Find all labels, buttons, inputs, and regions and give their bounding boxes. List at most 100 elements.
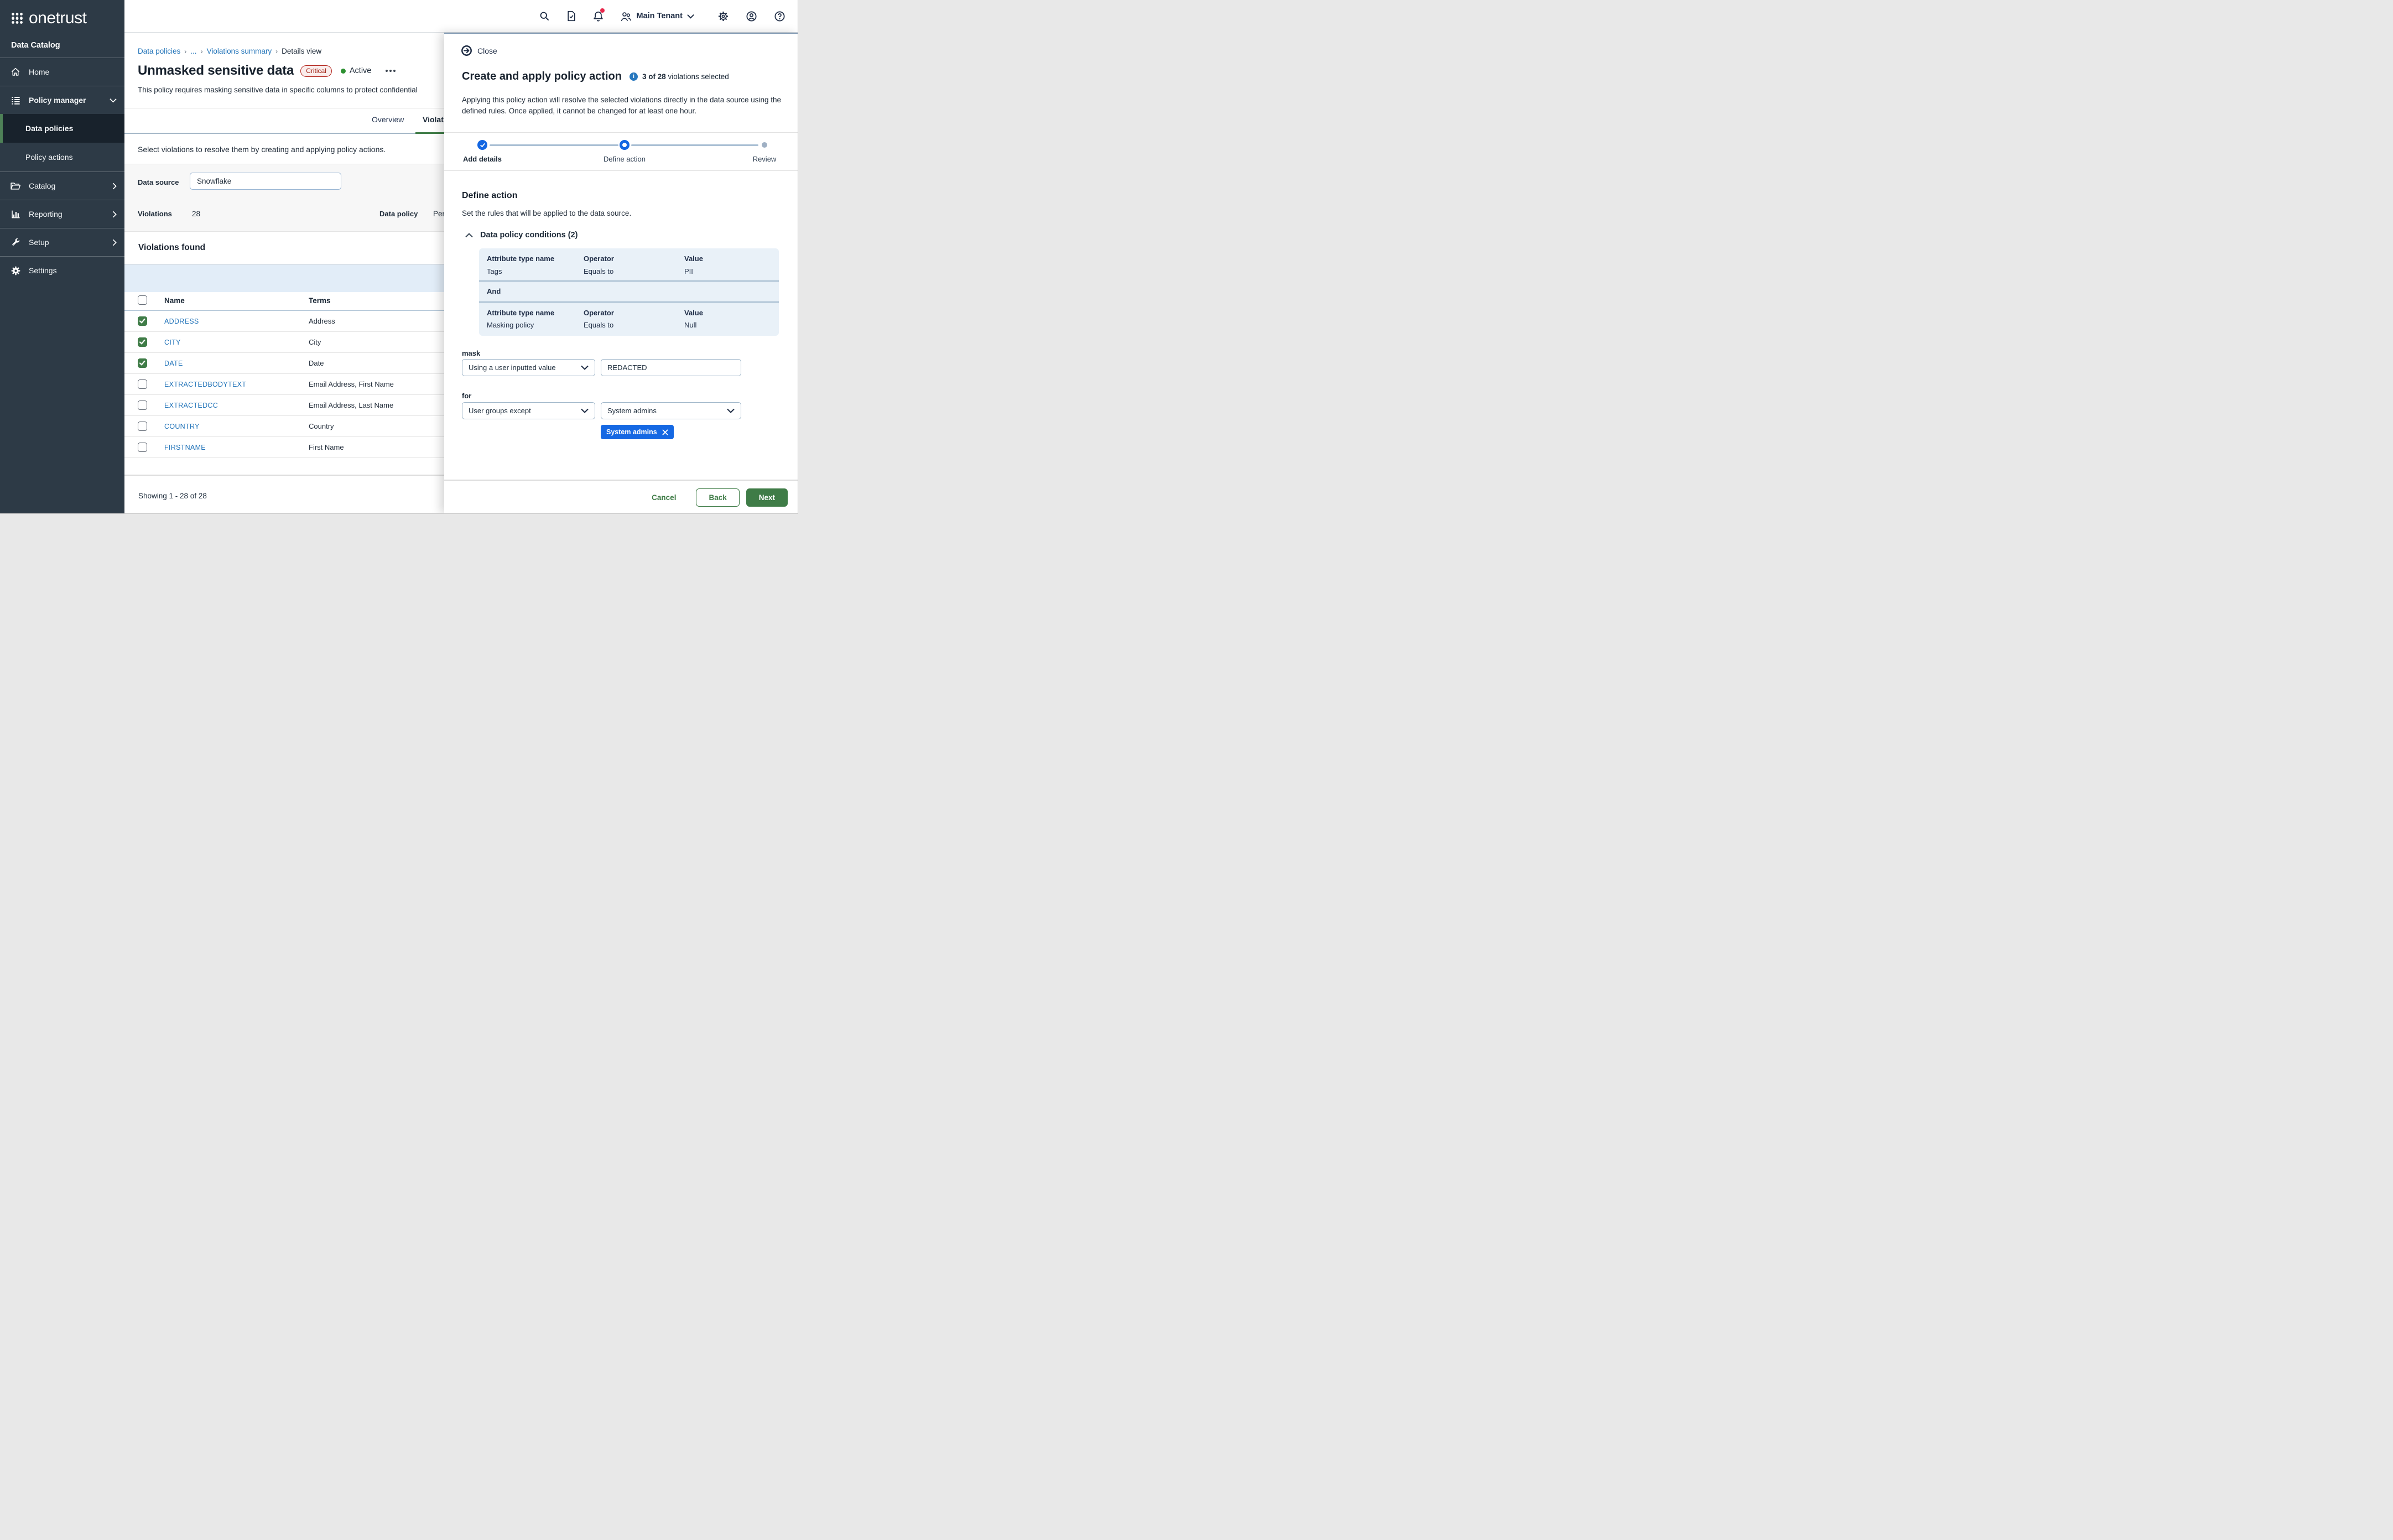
condition-value: PII [684,267,693,275]
conditions-collapse-toggle[interactable]: Data policy conditions (2) [465,231,578,240]
column-name-link[interactable]: CITY [164,339,181,346]
step-current-icon[interactable] [620,140,630,150]
mask-value-input[interactable]: REDACTED [601,359,741,376]
for-scope-value: User groups except [469,407,531,415]
divider [479,280,779,282]
for-group-value: System admins [607,407,657,415]
chip-label: System admins [606,428,657,436]
data-policy-label: Data policy [379,210,418,218]
column-name-link[interactable]: DATE [164,360,183,367]
sidebar-item-policy-manager[interactable]: Policy manager [0,86,124,114]
column-terms-value: Date [309,359,324,367]
column-name-link[interactable]: EXTRACTEDBODYTEXT [164,381,246,388]
condition-attribute: Masking policy [487,321,534,329]
data-policy-value: Per [433,210,445,218]
gear-icon[interactable] [717,11,729,22]
column-name-link[interactable]: EXTRACTEDCC [164,402,218,409]
sidebar-item-home[interactable]: Home [0,58,124,86]
cancel-button[interactable]: Cancel [652,493,676,502]
breadcrumb-separator: › [184,48,186,55]
step-upcoming-icon[interactable] [762,142,767,148]
sidebar-item-label: Catalog [29,181,105,190]
for-field-label: for [462,392,471,400]
sidebar-item-policy-actions[interactable]: Policy actions [0,143,124,171]
sidebar-item-reporting[interactable]: Reporting [0,200,124,228]
breadcrumb: Data policies › ... › Violations summary… [138,47,321,55]
document-check-icon[interactable] [566,11,576,22]
column-terms-value: First Name [309,443,344,451]
breadcrumb-current: Details view [282,47,321,55]
severity-badge: Critical [300,65,332,77]
search-icon[interactable] [539,11,550,22]
pagination-status: Showing 1 - 28 of 28 [138,492,207,500]
data-source-input[interactable]: Snowflake [190,173,341,190]
select-violations-hint: Select violations to resolve them by cre… [138,145,386,154]
column-terms-value: Address [309,317,335,325]
back-button[interactable]: Back [696,488,739,507]
sidebar-item-settings[interactable]: Settings [0,257,124,284]
column-name-link[interactable]: ADDRESS [164,318,199,325]
sidebar-item-label: Policy manager [29,96,102,105]
top-bar: Main Tenant [124,0,798,33]
remove-chip-icon [662,429,668,435]
breadcrumb-violations-summary[interactable]: Violations summary [207,47,272,55]
row-checkbox[interactable] [138,358,147,368]
sidebar: onetrust Data Catalog Home [0,0,124,513]
row-checkbox[interactable] [138,400,147,410]
step-done-icon[interactable] [477,140,487,150]
row-checkbox[interactable] [138,422,147,431]
sidebar-item-data-policies[interactable]: Data policies [0,114,124,143]
column-terms-value: City [309,338,321,346]
tab-overview[interactable]: Overview [372,115,404,124]
mask-field-label: mask [462,349,480,357]
for-scope-dropdown[interactable]: User groups except [462,402,595,419]
condition-operator: Equals to [584,321,613,329]
data-source-label: Data source [138,178,179,186]
list-icon [10,95,21,106]
row-checkbox[interactable] [138,316,147,326]
chevron-down-icon [581,365,589,370]
for-group-dropdown[interactable]: System admins [601,402,741,419]
chevron-down-icon [581,408,589,413]
conditions-box: Attribute type name Operator Value Tags … [479,248,779,336]
step-label-define-action: Define action [601,155,648,163]
step-label-review: Review [748,155,781,163]
column-header-terms[interactable]: Terms [309,296,331,305]
sidebar-nav: Home Policy manager Data pol [0,58,124,284]
mask-method-dropdown[interactable]: Using a user inputted value [462,359,595,376]
column-name-link[interactable]: COUNTRY [164,423,200,430]
chevron-down-icon [727,408,735,413]
selected-group-chip[interactable]: System admins [601,425,674,439]
bar-chart-icon [10,209,21,219]
breadcrumb-ellipsis[interactable]: ... [190,47,196,55]
row-checkbox[interactable] [138,379,147,389]
condition-attribute: Tags [487,267,502,275]
condition-col-operator: Operator [584,254,614,263]
row-checkbox[interactable] [138,443,147,452]
condition-col-value: Value [684,254,703,263]
more-menu-icon[interactable] [383,67,398,74]
sidebar-item-catalog[interactable]: Catalog [0,172,124,200]
onetrust-wordmark: onetrust [29,9,86,28]
close-button[interactable]: Close [461,45,497,56]
sidebar-item-setup[interactable]: Setup [0,228,124,256]
product-name: Data Catalog [0,41,124,50]
notifications-bell-icon[interactable] [593,11,604,22]
condition-col-operator: Operator [584,309,614,317]
select-all-checkbox[interactable] [138,295,147,305]
tenant-switcher[interactable]: Main Tenant [620,11,694,22]
help-icon[interactable] [774,11,785,22]
sidebar-item-label: Reporting [29,210,105,218]
breadcrumb-data-policies[interactable]: Data policies [138,47,180,55]
column-terms-value: Country [309,422,334,430]
app-root: onetrust Data Catalog Home [0,0,798,513]
panel-description: Applying this policy action will resolve… [462,95,794,116]
account-icon[interactable] [746,11,757,22]
row-checkbox[interactable] [138,337,147,347]
column-header-name[interactable]: Name [164,296,185,305]
sidebar-item-label: Settings [29,266,117,275]
create-policy-action-panel: Close Create and apply policy action i 3… [444,33,798,513]
column-name-link[interactable]: FIRSTNAME [164,444,206,451]
next-button[interactable]: Next [746,488,788,507]
page-title: Unmasked sensitive data [138,63,294,79]
